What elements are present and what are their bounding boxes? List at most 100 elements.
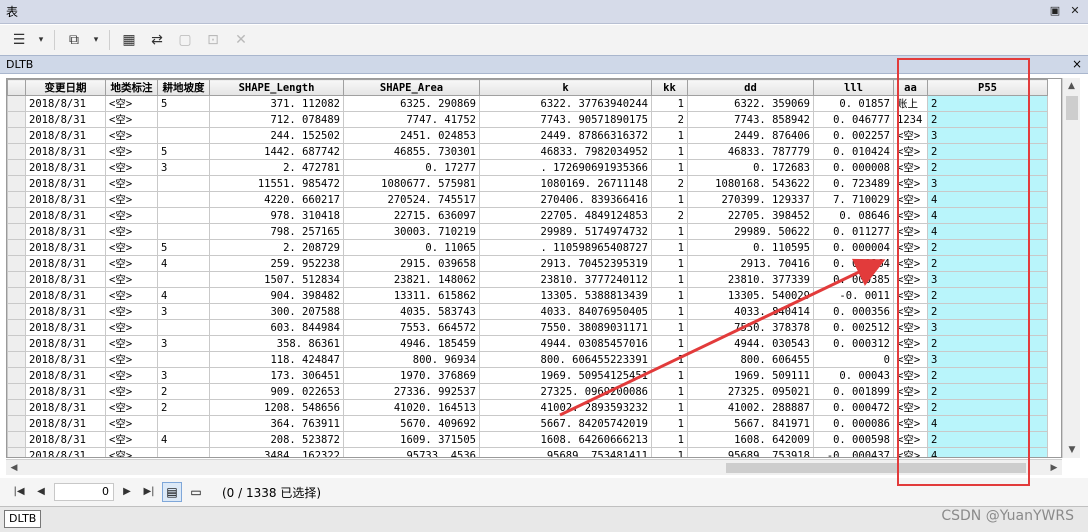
table-cell[interactable]: 1 <box>651 271 688 288</box>
table-cell[interactable]: 7743. 90571890175 <box>479 111 652 128</box>
table-cell[interactable]: 41002. 2893593232 <box>479 399 652 416</box>
table-row[interactable]: 2018/8/31 <空> 4 259. 952238 2915. 039658 2913… <box>7 255 1048 272</box>
table-row[interactable]: 2018/8/31 <空> 3 358. 86361 4946. 185459 4944.… <box>7 335 1048 352</box>
table-cell[interactable]: 22715. 636097 <box>343 207 480 224</box>
table-cell[interactable]: 41020. 164513 <box>343 399 480 416</box>
table-cell[interactable]: 0. 110595 <box>687 239 814 256</box>
table-cell[interactable]: <空> <box>105 319 158 336</box>
table-cell[interactable]: 1 <box>651 319 688 336</box>
dropdown-icon[interactable]: ▾ <box>91 29 101 51</box>
table-row[interactable]: 2018/8/31 <空> 712. 078489 7747. 41752 7743. … <box>7 111 1048 128</box>
table-cell[interactable]: 0. 172683 <box>687 159 814 176</box>
table-cell[interactable]: 5 <box>157 143 210 160</box>
table-cell[interactable]: 208. 523872 <box>209 431 344 448</box>
table-cell[interactable]: 909. 022653 <box>209 383 344 400</box>
table-cell[interactable]: <空> <box>105 191 158 208</box>
table-cell[interactable]: 2 <box>927 95 1048 112</box>
scroll-right-icon[interactable]: ▶ <box>1046 460 1062 476</box>
close-icon[interactable]: ✕ <box>1068 4 1082 18</box>
table-cell[interactable]: 712. 078489 <box>209 111 344 128</box>
table-cell[interactable]: 2018/8/31 <box>25 367 106 384</box>
table-cell[interactable] <box>157 351 210 368</box>
table-cell[interactable]: 0. 000008 <box>813 159 894 176</box>
table-row[interactable]: 2018/8/31 <空> 118. 424847 800. 96934 800. 60… <box>7 351 1048 368</box>
table-cell[interactable]: 2449. 876406 <box>687 127 814 144</box>
table-cell[interactable]: 2018/8/31 <box>25 143 106 160</box>
table-cell[interactable]: 2 <box>651 207 688 224</box>
table-cell[interactable]: 27336. 992537 <box>343 383 480 400</box>
table-cell[interactable]: 4 <box>927 207 1048 224</box>
table-cell[interactable]: 1080677. 575981 <box>343 175 480 192</box>
table-cell[interactable]: 5 <box>157 95 210 112</box>
table-cell[interactable]: 2018/8/31 <box>25 415 106 432</box>
table-cell[interactable]: 1 <box>651 191 688 208</box>
table-cell[interactable]: 2018/8/31 <box>25 287 106 304</box>
table-cell[interactable]: 1507. 512834 <box>209 271 344 288</box>
table-cell[interactable]: . 172690691935366 <box>479 159 652 176</box>
table-cell[interactable]: 270406. 839366416 <box>479 191 652 208</box>
table-cell[interactable]: 2 <box>927 255 1048 272</box>
table-row[interactable]: 2018/8/31 <空> 5 371. 112082 6325. 290869 6322… <box>7 95 1048 112</box>
table-cell[interactable]: 244. 152502 <box>209 127 344 144</box>
table-cell[interactable]: 1 <box>651 159 688 176</box>
table-cell[interactable]: 4 <box>927 191 1048 208</box>
column-header[interactable]: 耕地坡度 <box>157 79 210 96</box>
table-cell[interactable]: <空> <box>105 447 158 457</box>
table-cell[interactable] <box>157 191 210 208</box>
table-cell[interactable]: 2018/8/31 <box>25 191 106 208</box>
column-header[interactable]: 变更日期 <box>25 79 106 96</box>
next-record-icon[interactable]: ▶ <box>118 483 136 501</box>
table-tab-label[interactable]: DLTB <box>6 58 33 71</box>
table-cell[interactable]: <空> <box>893 143 928 160</box>
table-cell[interactable]: 2018/8/31 <box>25 319 106 336</box>
table-cell[interactable]: 27325. 0969200086 <box>479 383 652 400</box>
table-cell[interactable]: 0. 11065 <box>343 239 480 256</box>
table-cell[interactable]: 2913. 70416 <box>687 255 814 272</box>
table-cell[interactable]: 6322. 37763940244 <box>479 95 652 112</box>
table-cell[interactable]: 3 <box>927 127 1048 144</box>
table-cell[interactable]: <空> <box>893 431 928 448</box>
table-cell[interactable]: <空> <box>105 207 158 224</box>
zoom-to-selected-icon[interactable]: ⊡ <box>202 29 224 51</box>
table-cell[interactable]: 46855. 730301 <box>343 143 480 160</box>
row-selector[interactable] <box>7 239 26 256</box>
table-cell[interactable]: 46833. 7982034952 <box>479 143 652 160</box>
table-cell[interactable]: 3 <box>927 319 1048 336</box>
row-selector[interactable] <box>7 383 26 400</box>
table-row[interactable]: 2018/8/31 <空> 3 300. 207588 4035. 583743 4033… <box>7 303 1048 320</box>
table-cell[interactable]: <空> <box>105 239 158 256</box>
table-cell[interactable]: 2018/8/31 <box>25 175 106 192</box>
column-header[interactable]: dd <box>687 79 814 96</box>
table-cell[interactable]: 118. 424847 <box>209 351 344 368</box>
table-cell[interactable]: 2018/8/31 <box>25 207 106 224</box>
table-cell[interactable]: 270399. 129337 <box>687 191 814 208</box>
table-cell[interactable]: 1442. 687742 <box>209 143 344 160</box>
table-cell[interactable]: 2 <box>927 287 1048 304</box>
table-cell[interactable]: 2018/8/31 <box>25 239 106 256</box>
table-cell[interactable]: 41002. 288887 <box>687 399 814 416</box>
table-cell[interactable]: 0. 01857 <box>813 95 894 112</box>
table-cell[interactable]: 5667. 84205742019 <box>479 415 652 432</box>
table-cell[interactable]: <空> <box>893 351 928 368</box>
table-cell[interactable]: 46833. 787779 <box>687 143 814 160</box>
current-record-input[interactable]: 0 <box>54 483 114 501</box>
delete-selected-icon[interactable]: ✕ <box>230 29 252 51</box>
table-cell[interactable]: 0. 010424 <box>813 143 894 160</box>
table-cell[interactable]: 6322. 359069 <box>687 95 814 112</box>
table-cell[interactable] <box>157 175 210 192</box>
table-cell[interactable]: 95733. 4536 <box>343 447 480 457</box>
table-cell[interactable]: 2 <box>927 111 1048 128</box>
table-cell[interactable]: 4946. 185459 <box>343 335 480 352</box>
vertical-scroll-thumb[interactable] <box>1066 96 1078 120</box>
table-cell[interactable]: 2913. 70452395319 <box>479 255 652 272</box>
table-cell[interactable]: 2. 208729 <box>209 239 344 256</box>
table-cell[interactable]: 603. 844984 <box>209 319 344 336</box>
table-row[interactable]: 2018/8/31 <空> 3484. 162322 95733. 4536 95689… <box>7 447 1048 457</box>
table-cell[interactable]: <空> <box>105 399 158 416</box>
table-cell[interactable]: 23810. 3777240112 <box>479 271 652 288</box>
table-cell[interactable]: 1 <box>651 303 688 320</box>
table-cell[interactable]: 800. 606455 <box>687 351 814 368</box>
table-cell[interactable]: 0. 000472 <box>813 399 894 416</box>
table-cell[interactable]: <空> <box>105 175 158 192</box>
restore-icon[interactable]: ▣ <box>1048 4 1062 18</box>
